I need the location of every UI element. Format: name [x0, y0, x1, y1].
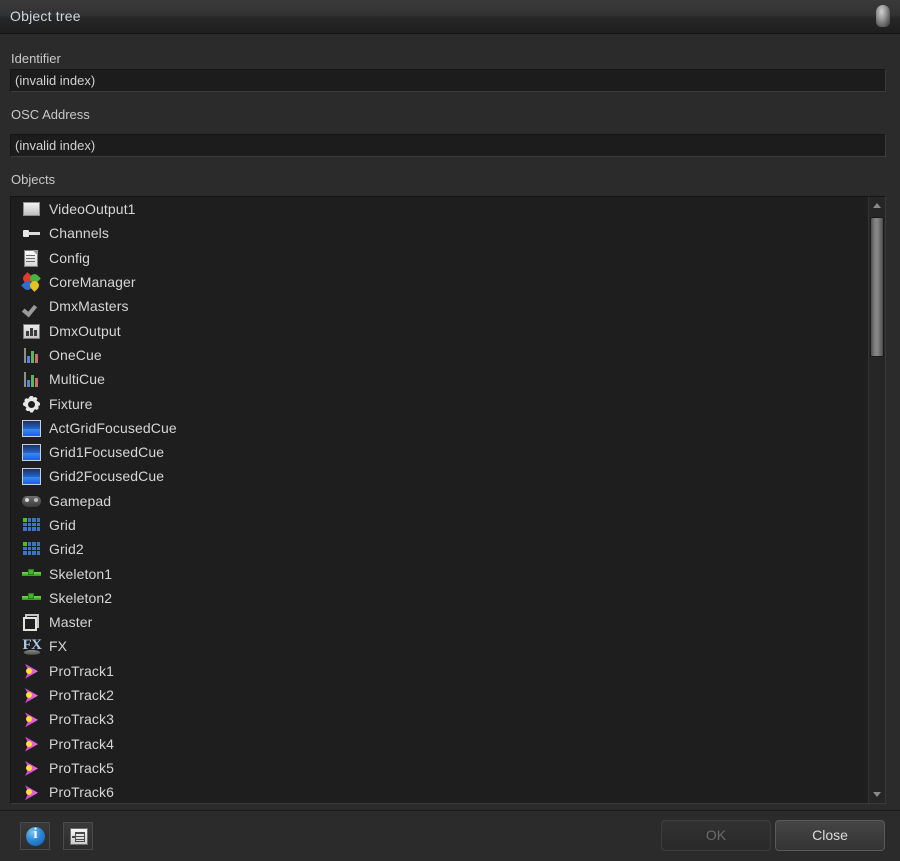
fx-icon: FX: [22, 637, 42, 655]
object-tree-dialog: Object tree Identifier (invalid index) O…: [0, 0, 900, 861]
list-item-label: ProTrack6: [49, 784, 114, 800]
dialog-bottom-bar: OK Close: [0, 810, 900, 861]
cue-chart-icon: [22, 370, 42, 388]
osc-address-label: OSC Address: [11, 107, 90, 122]
ok-button[interactable]: OK: [661, 820, 771, 851]
list-item-label: ProTrack5: [49, 760, 114, 776]
list-item-label: VideoOutput1: [49, 201, 136, 217]
blue-tile-icon: [22, 419, 42, 437]
list-item[interactable]: ActGridFocusedCue: [11, 416, 868, 440]
osc-address-input[interactable]: (invalid index): [10, 134, 886, 157]
video-output-icon: [22, 200, 42, 218]
list-item[interactable]: Grid2: [11, 537, 868, 561]
list-item[interactable]: ProTrack6: [11, 780, 868, 803]
scroll-down-arrow-icon[interactable]: [869, 786, 885, 802]
list-item-label: Grid1FocusedCue: [49, 444, 164, 460]
objects-label: Objects: [11, 172, 55, 187]
document-icon: [22, 249, 42, 267]
form-area: Identifier (invalid index) OSC Address (…: [0, 34, 900, 177]
list-item-label: DmxMasters: [49, 298, 129, 314]
info-button[interactable]: [20, 822, 50, 850]
info-icon: [26, 827, 45, 846]
gear-icon: [22, 395, 42, 413]
list-item[interactable]: ProTrack5: [11, 756, 868, 780]
list-item[interactable]: FX FX: [11, 634, 868, 658]
skeleton-bar-icon: [22, 589, 42, 607]
list-item[interactable]: Gamepad: [11, 489, 868, 513]
objects-listbox[interactable]: VideoOutput1 Channels Config CoreManager Dmx…: [10, 196, 886, 804]
list-item-label: Skeleton2: [49, 590, 112, 606]
skeleton-bar-icon: [22, 565, 42, 583]
list-item[interactable]: MultiCue: [11, 367, 868, 391]
list-item-label: ProTrack2: [49, 687, 114, 703]
list-item-label: Config: [49, 250, 90, 266]
list-item[interactable]: ProTrack1: [11, 659, 868, 683]
properties-panel-icon: [70, 828, 88, 845]
list-item[interactable]: Skeleton2: [11, 586, 868, 610]
pink-arrow-icon: [22, 662, 42, 680]
scrollbar-thumb[interactable]: [870, 217, 884, 357]
list-item-label: Skeleton1: [49, 566, 112, 582]
list-item[interactable]: VideoOutput1: [11, 197, 868, 221]
list-item-label: ActGridFocusedCue: [49, 420, 177, 436]
blue-tile-icon: [22, 443, 42, 461]
list-item[interactable]: Grid2FocusedCue: [11, 464, 868, 488]
pink-arrow-icon: [22, 710, 42, 728]
identifier-label: Identifier: [11, 51, 61, 66]
checkmark-icon: [22, 297, 42, 315]
grid-cells-icon: [22, 540, 42, 558]
list-item[interactable]: ProTrack2: [11, 683, 868, 707]
dome-grip-icon[interactable]: [876, 5, 890, 28]
list-item-label: Channels: [49, 225, 109, 241]
list-item-label: ProTrack1: [49, 663, 114, 679]
list-item-label: Grid2FocusedCue: [49, 468, 164, 484]
pink-arrow-icon: [22, 735, 42, 753]
pink-arrow-icon: [22, 686, 42, 704]
stacked-squares-icon: [22, 613, 42, 631]
color-leaves-icon: [22, 273, 42, 291]
list-item-label: ProTrack4: [49, 736, 114, 752]
grid-cells-icon: [22, 516, 42, 534]
channels-icon: [22, 224, 42, 242]
list-item-label: Grid: [49, 517, 76, 533]
list-item[interactable]: ProTrack3: [11, 707, 868, 731]
list-item-label: Grid2: [49, 541, 84, 557]
properties-panel-button[interactable]: [63, 822, 93, 850]
dialog-titlebar[interactable]: Object tree: [0, 0, 900, 34]
list-item[interactable]: Grid1FocusedCue: [11, 440, 868, 464]
pink-arrow-icon: [22, 783, 42, 801]
cue-chart-icon: [22, 346, 42, 364]
list-item[interactable]: ProTrack4: [11, 732, 868, 756]
list-item[interactable]: Config: [11, 246, 868, 270]
identifier-input[interactable]: (invalid index): [10, 69, 886, 92]
list-item-label: Fixture: [49, 396, 93, 412]
list-item[interactable]: Fixture: [11, 391, 868, 415]
dialog-title: Object tree: [10, 8, 81, 24]
list-item-label: OneCue: [49, 347, 102, 363]
list-item[interactable]: DmxMasters: [11, 294, 868, 318]
pink-arrow-icon: [22, 759, 42, 777]
list-item-label: Gamepad: [49, 493, 111, 509]
list-item[interactable]: Skeleton1: [11, 561, 868, 585]
gamepad-icon: [22, 492, 42, 510]
list-item[interactable]: OneCue: [11, 343, 868, 367]
close-button[interactable]: Close: [775, 820, 885, 851]
objects-list-viewport: VideoOutput1 Channels Config CoreManager Dmx…: [11, 197, 868, 803]
list-item-label: FX: [49, 638, 67, 654]
list-item[interactable]: DmxOutput: [11, 318, 868, 342]
blue-tile-icon: [22, 467, 42, 485]
list-item[interactable]: Channels: [11, 221, 868, 245]
scroll-up-arrow-icon[interactable]: [869, 198, 885, 214]
list-item[interactable]: Grid: [11, 513, 868, 537]
list-item-label: DmxOutput: [49, 323, 121, 339]
list-item-label: Master: [49, 614, 92, 630]
list-item-label: CoreManager: [49, 274, 136, 290]
list-item-label: MultiCue: [49, 371, 105, 387]
bar-chart-framed-icon: [22, 322, 42, 340]
list-item-label: ProTrack3: [49, 711, 114, 727]
list-item[interactable]: Master: [11, 610, 868, 634]
objects-scrollbar[interactable]: [868, 197, 885, 803]
list-item[interactable]: CoreManager: [11, 270, 868, 294]
